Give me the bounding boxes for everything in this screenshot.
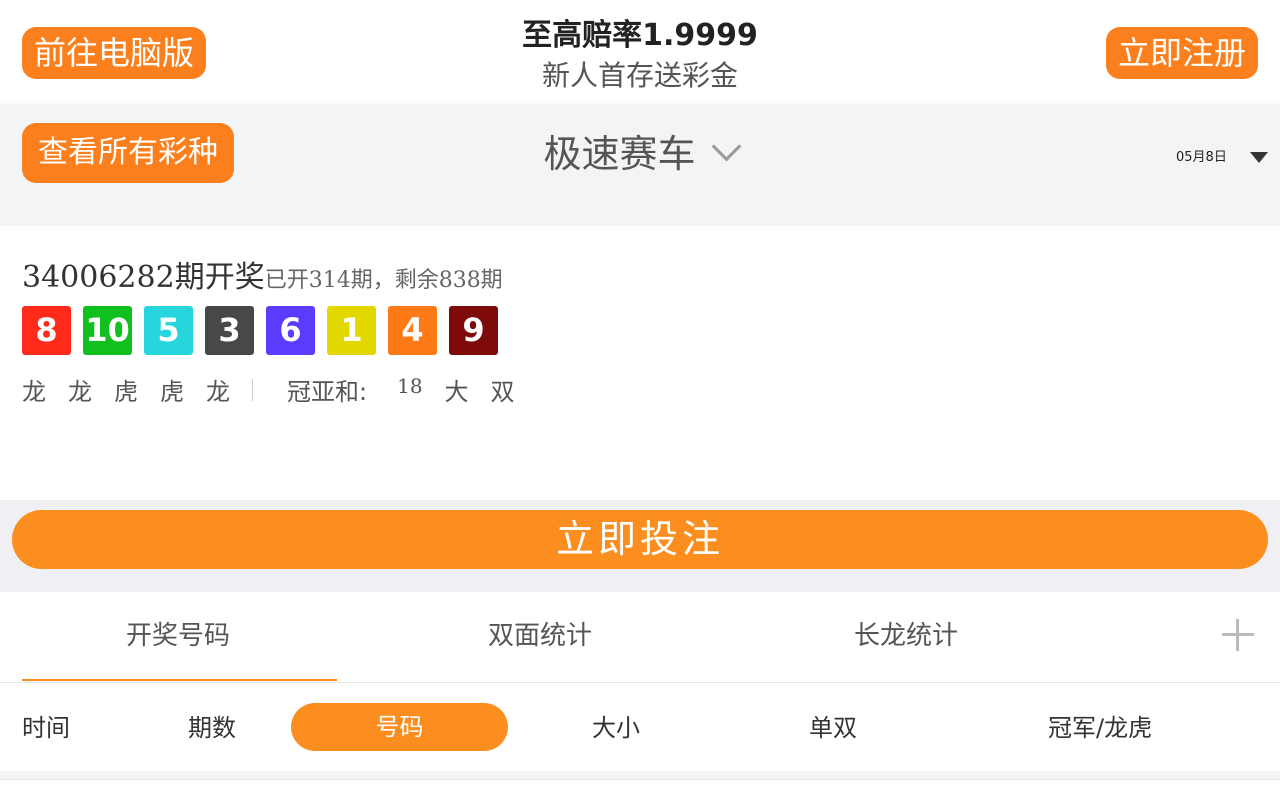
sum-parity: 双 bbox=[490, 378, 515, 406]
dragon-tiger-4: 虎 bbox=[160, 378, 184, 406]
filter-number[interactable]: 号码 bbox=[291, 703, 508, 751]
result-ball: 8 bbox=[22, 306, 71, 355]
issue-info: 34006282期开奖已开314期，剩余838期 bbox=[22, 252, 503, 296]
tab-two-side-stats[interactable]: 双面统计 bbox=[488, 618, 592, 654]
stats-tabs: 开奖号码 双面统计 长龙统计 bbox=[0, 592, 1280, 683]
dragon-tiger-5: 龙 bbox=[206, 378, 230, 406]
result-ball: 3 bbox=[205, 306, 254, 355]
caret-down-icon[interactable] bbox=[1250, 152, 1268, 163]
filter-time[interactable]: 时间 bbox=[22, 713, 70, 743]
section-divider bbox=[0, 206, 1280, 226]
result-attributes: 龙 龙 虎 虎 龙 冠亚和: 18 大 双 bbox=[22, 372, 537, 407]
sum-value: 18 bbox=[397, 373, 423, 398]
filter-champion-dragon-tiger[interactable]: 冠军/龙虎 bbox=[1048, 713, 1152, 743]
active-tab-indicator bbox=[22, 679, 337, 681]
filter-parity[interactable]: 单双 bbox=[809, 713, 857, 743]
game-name: 极速赛车 bbox=[543, 132, 696, 176]
tab-long-dragon-stats[interactable]: 长龙统计 bbox=[854, 618, 958, 654]
result-ball: 10 bbox=[83, 306, 132, 355]
dragon-tiger-1: 龙 bbox=[22, 378, 46, 406]
result-ball: 4 bbox=[388, 306, 437, 355]
date-select[interactable]: 05月8日 bbox=[1176, 146, 1227, 165]
filter-size[interactable]: 大小 bbox=[592, 713, 640, 743]
sum-label: 冠亚和: bbox=[287, 378, 368, 406]
sum-size: 大 bbox=[444, 378, 469, 406]
tab-draw-numbers[interactable]: 开奖号码 bbox=[126, 618, 230, 654]
plus-icon-vertical[interactable] bbox=[1236, 619, 1239, 651]
odds-title: 至高赔率1.9999 bbox=[522, 18, 758, 53]
draw-result: 34006282期开奖已开314期，剩余838期 8 10 5 3 6 1 4 9 龙 龙 虎… bbox=[0, 226, 1280, 500]
result-ball: 5 bbox=[144, 306, 193, 355]
dragon-tiger-2: 龙 bbox=[68, 378, 92, 406]
result-ball: 6 bbox=[266, 306, 315, 355]
game-selector[interactable]: 极速赛车 bbox=[0, 130, 1280, 178]
bet-now-button[interactable]: 立即投注 bbox=[12, 510, 1268, 569]
result-balls: 8 10 5 3 6 1 4 9 bbox=[22, 306, 510, 355]
divider bbox=[252, 378, 253, 401]
result-ball: 1 bbox=[327, 306, 376, 355]
filter-issue[interactable]: 期数 bbox=[188, 713, 236, 743]
top-header: 前往电脑版 至高赔率1.9999 新人首存送彩金 立即注册 bbox=[0, 0, 1280, 104]
result-ball: 9 bbox=[449, 306, 498, 355]
table-row bbox=[0, 779, 1280, 801]
promo-subtitle: 新人首存送彩金 bbox=[541, 59, 738, 92]
column-filter-bar: 时间 期数 号码 大小 单双 冠军/龙虎 bbox=[0, 683, 1280, 771]
issue-progress: 已开314期，剩余838期 bbox=[264, 268, 503, 293]
register-button[interactable]: 立即注册 bbox=[1105, 27, 1258, 79]
dragon-tiger-3: 虎 bbox=[114, 378, 138, 406]
chevron-down-icon bbox=[711, 131, 741, 162]
issue-number: 34006282期开奖 bbox=[22, 260, 265, 295]
game-bar: 查看所有彩种 极速赛车 05月8日 bbox=[0, 104, 1280, 206]
